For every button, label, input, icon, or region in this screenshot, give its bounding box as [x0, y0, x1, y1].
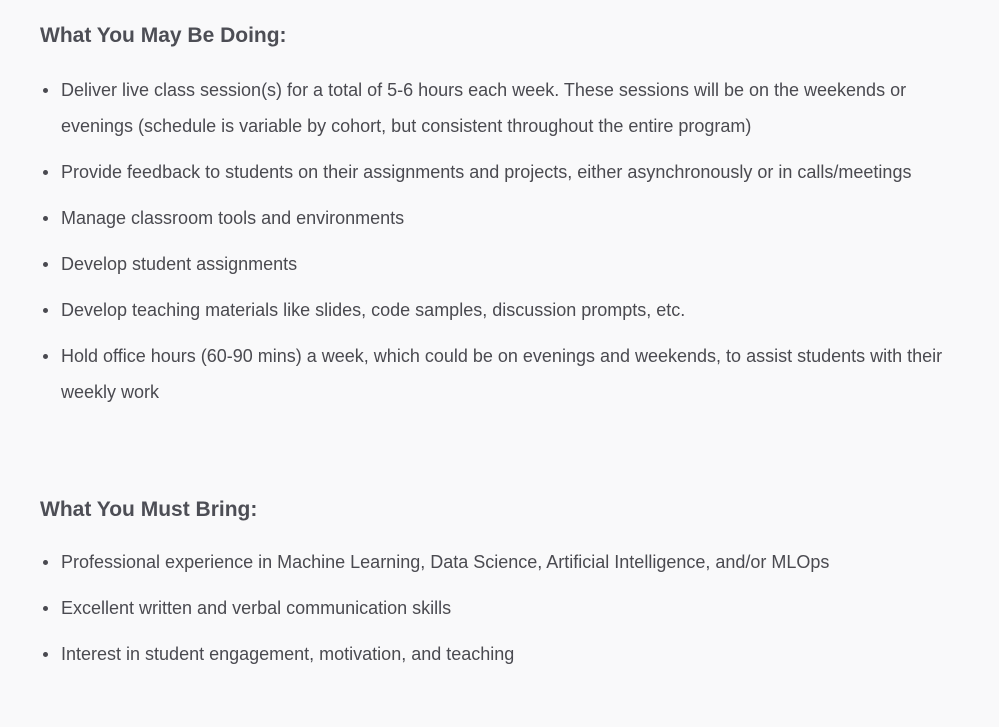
list-item-text: Manage classroom tools and environments: [61, 208, 405, 228]
bullet-icon: [43, 308, 48, 313]
list-item-text: Professional experience in Machine Learn…: [61, 552, 830, 572]
bullet-icon: [43, 652, 48, 657]
bullet-icon: [43, 170, 48, 175]
responsibilities-list: Deliver live class session(s) for a tota…: [40, 72, 979, 410]
list-item: Professional experience in Machine Learn…: [40, 544, 979, 580]
list-item-text: Excellent written and verbal communicati…: [61, 598, 452, 618]
list-item: Develop teaching materials like slides, …: [40, 292, 979, 328]
list-item-text: Develop teaching materials like slides, …: [61, 300, 686, 320]
list-item: Develop student assignments: [40, 246, 979, 282]
responsibilities-section: What You May Be Doing: Deliver live clas…: [40, 0, 979, 410]
list-item: Manage classroom tools and environments: [40, 200, 979, 236]
requirements-section: What You Must Bring: Professional experi…: [40, 498, 979, 672]
list-item-text: Develop student assignments: [61, 254, 298, 274]
list-item-text: Interest in student engagement, motivati…: [61, 644, 515, 664]
bullet-icon: [43, 560, 48, 565]
list-item-text: Hold office hours (60-90 mins) a week, w…: [61, 346, 943, 402]
list-item: Excellent written and verbal communicati…: [40, 590, 979, 626]
list-item: Provide feedback to students on their as…: [40, 154, 979, 190]
bullet-icon: [43, 88, 48, 93]
bullet-icon: [43, 216, 48, 221]
list-item: Hold office hours (60-90 mins) a week, w…: [40, 338, 979, 410]
section-heading: What You Must Bring:: [40, 498, 258, 521]
list-item: Interest in student engagement, motivati…: [40, 636, 979, 672]
list-item-text: Provide feedback to students on their as…: [61, 162, 912, 182]
bullet-icon: [43, 354, 48, 359]
bullet-icon: [43, 262, 48, 267]
requirements-list: Professional experience in Machine Learn…: [40, 544, 979, 672]
list-item: Deliver live class session(s) for a tota…: [40, 72, 979, 144]
section-heading: What You May Be Doing:: [40, 24, 287, 47]
job-description-page: What You May Be Doing: Deliver live clas…: [0, 0, 999, 727]
bullet-icon: [43, 606, 48, 611]
list-item-text: Deliver live class session(s) for a tota…: [61, 80, 907, 136]
